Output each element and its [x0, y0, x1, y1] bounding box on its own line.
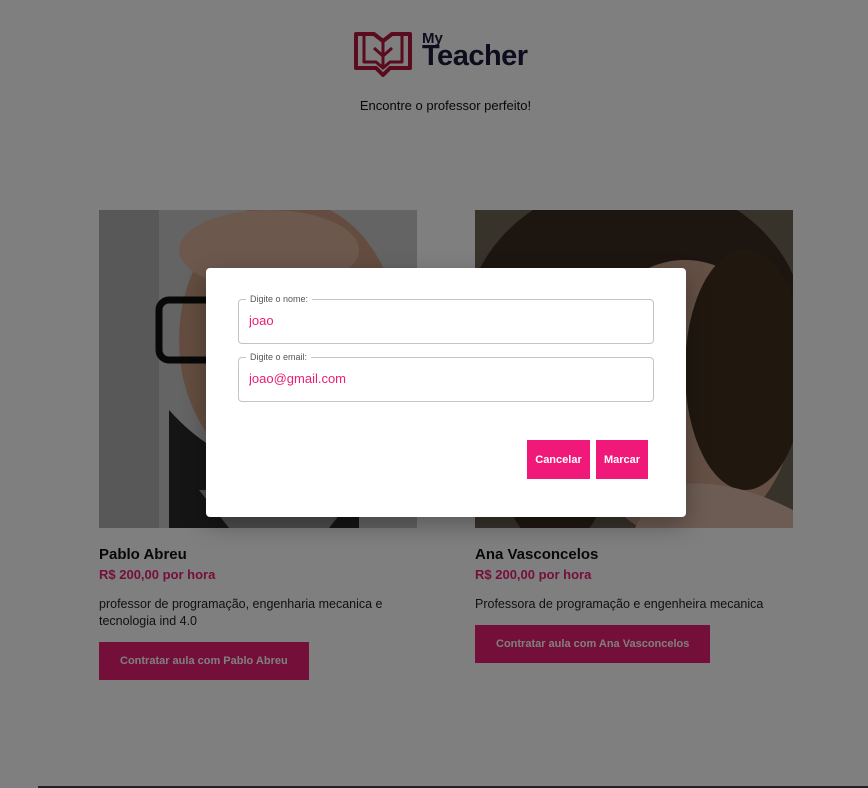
email-input[interactable]	[249, 371, 639, 386]
email-field[interactable]: Digite o email:	[238, 352, 654, 402]
confirm-button[interactable]: Marcar	[596, 440, 648, 479]
name-input[interactable]	[249, 313, 639, 328]
name-field[interactable]: Digite o nome:	[238, 294, 654, 344]
name-field-label: Digite o nome:	[246, 294, 313, 304]
email-field-label: Digite o email:	[246, 352, 312, 362]
booking-dialog: Digite o nome: Digite o email: Cancelar …	[206, 268, 686, 517]
cancel-button[interactable]: Cancelar	[527, 440, 590, 479]
